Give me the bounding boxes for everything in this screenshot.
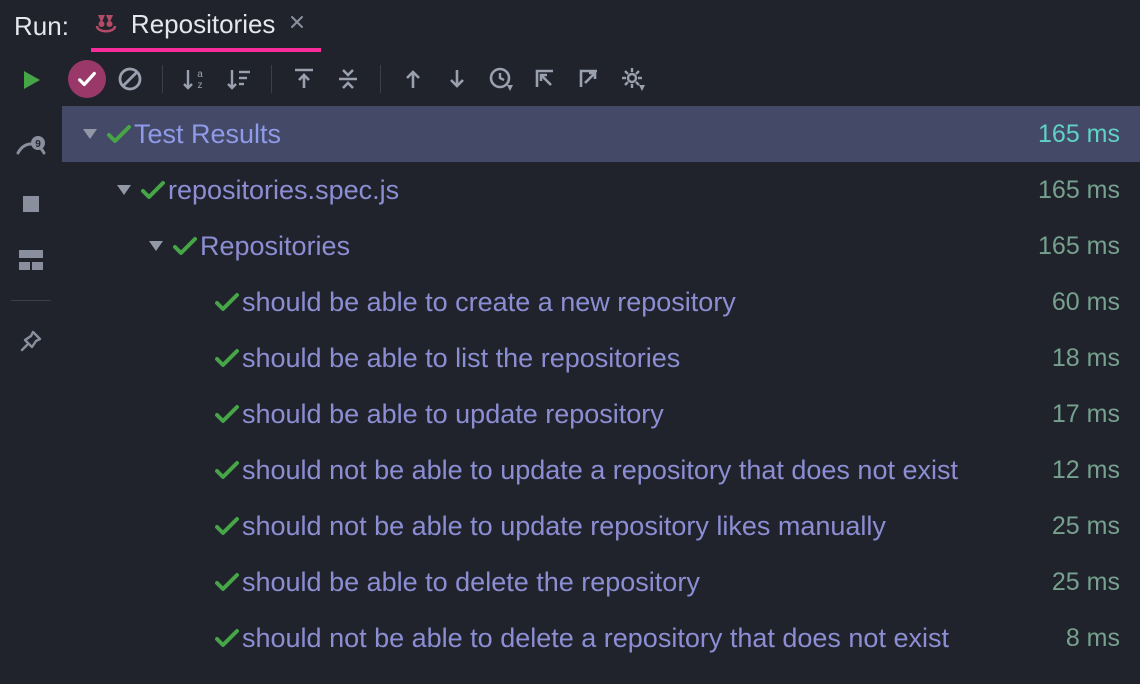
close-tab-button[interactable]: [285, 11, 309, 38]
toolbar-separator: [271, 65, 272, 93]
test-history-button[interactable]: [481, 59, 521, 99]
tree-test-row[interactable]: should not be able to update repository …: [62, 498, 1140, 554]
tree-file-label: repositories.spec.js: [168, 175, 1026, 206]
run-config-tab[interactable]: Repositories: [91, 0, 322, 52]
toolbar-separator: [162, 65, 163, 93]
import-tests-button[interactable]: [525, 59, 565, 99]
svg-text:z: z: [198, 80, 203, 91]
export-tests-button[interactable]: [569, 59, 609, 99]
tree-test-row[interactable]: should not be able to delete a repositor…: [62, 610, 1140, 666]
pass-icon: [104, 123, 134, 145]
pass-icon: [212, 403, 242, 425]
show-passed-toggle[interactable]: [68, 60, 106, 98]
sort-duration-button[interactable]: [219, 59, 259, 99]
tree-test-time: 17 ms: [1052, 400, 1120, 429]
run-button[interactable]: [13, 62, 49, 98]
tree-test-time: 8 ms: [1066, 624, 1120, 653]
tree-test-row[interactable]: should be able to list the repositories …: [62, 330, 1140, 386]
chevron-down-icon[interactable]: [76, 127, 104, 141]
tree-test-row[interactable]: should be able to create a new repositor…: [62, 274, 1140, 330]
pass-icon: [212, 571, 242, 593]
tree-test-label: should not be able to update a repositor…: [242, 455, 1040, 486]
pin-button[interactable]: [13, 323, 49, 359]
tree-test-time: 60 ms: [1052, 288, 1120, 317]
sort-alpha-button[interactable]: a z: [175, 59, 215, 99]
tree-root-row[interactable]: Test Results 165 ms: [62, 106, 1140, 162]
tree-root-time: 165 ms: [1038, 120, 1120, 149]
tab-bar: Run: Repositories: [0, 0, 1140, 52]
prev-failed-button[interactable]: [393, 59, 433, 99]
tree-test-time: 25 ms: [1052, 568, 1120, 597]
toggle-breakpoint-icon[interactable]: 9: [13, 130, 49, 166]
layout-button[interactable]: [13, 242, 49, 278]
settings-button[interactable]: [613, 59, 653, 99]
pass-icon: [138, 179, 168, 201]
tree-file-row[interactable]: repositories.spec.js 165 ms: [62, 162, 1140, 218]
pass-icon: [212, 627, 242, 649]
stop-button[interactable]: [13, 186, 49, 222]
tree-test-label: should be able to create a new repositor…: [242, 287, 1040, 318]
panel-title: Run:: [14, 11, 69, 42]
tree-test-label: should be able to delete the repository: [242, 567, 1040, 598]
expand-all-button[interactable]: [284, 59, 324, 99]
tree-test-row[interactable]: should be able to delete the repository …: [62, 554, 1140, 610]
jest-icon: [95, 11, 121, 37]
tree-test-label: should not be able to update repository …: [242, 511, 1040, 542]
tree-test-time: 12 ms: [1052, 456, 1120, 485]
next-failed-button[interactable]: [437, 59, 477, 99]
tree-test-row[interactable]: should not be able to update a repositor…: [62, 442, 1140, 498]
pass-icon: [212, 291, 242, 313]
toolbar-separator: [380, 65, 381, 93]
chevron-down-icon[interactable]: [110, 183, 138, 197]
tree-test-label: should be able to list the repositories: [242, 343, 1040, 374]
test-tree[interactable]: Test Results 165 ms repositories.spec.js…: [62, 106, 1140, 684]
tree-test-label: should be able to update repository: [242, 399, 1040, 430]
svg-text:a: a: [197, 69, 203, 80]
svg-text:9: 9: [35, 139, 41, 150]
tree-suite-time: 165 ms: [1038, 232, 1120, 261]
show-ignored-toggle[interactable]: [110, 59, 150, 99]
pass-icon: [212, 347, 242, 369]
tree-file-time: 165 ms: [1038, 176, 1120, 205]
chevron-down-icon[interactable]: [142, 239, 170, 253]
pass-icon: [212, 459, 242, 481]
tab-title: Repositories: [131, 9, 276, 40]
tree-test-label: should not be able to delete a repositor…: [242, 623, 1054, 654]
tree-test-time: 18 ms: [1052, 344, 1120, 373]
gutter-separator: [11, 300, 51, 301]
pass-icon: [170, 235, 200, 257]
tree-test-time: 25 ms: [1052, 512, 1120, 541]
tree-root-label: Test Results: [134, 119, 1026, 150]
tree-suite-row[interactable]: Repositories 165 ms: [62, 218, 1140, 274]
tree-test-row[interactable]: should be able to update repository 17 m…: [62, 386, 1140, 442]
pass-icon: [212, 515, 242, 537]
tree-suite-label: Repositories: [200, 231, 1026, 262]
collapse-all-button[interactable]: [328, 59, 368, 99]
left-gutter: 9: [0, 52, 62, 684]
test-toolbar: a z: [62, 52, 1140, 106]
